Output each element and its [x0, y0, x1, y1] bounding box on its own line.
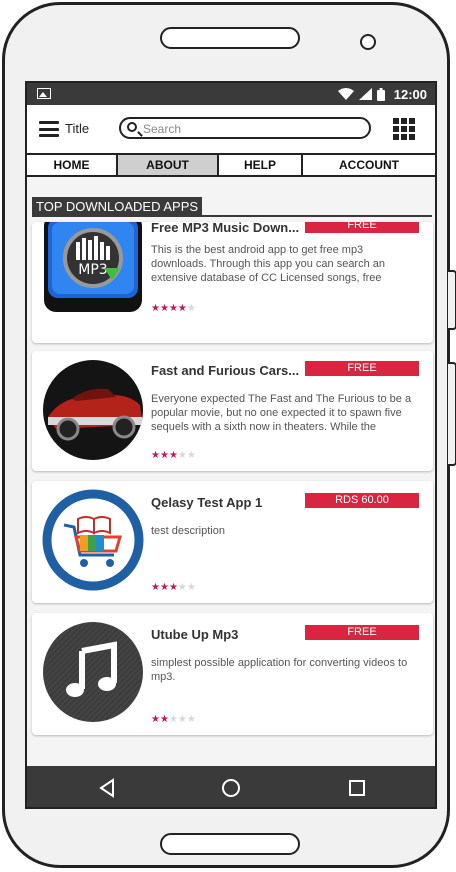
- content-area: TOP DOWNLOADED APPS MP3 Free MP3 Music D…: [27, 177, 435, 766]
- star-filled-icon: ★: [168, 450, 178, 461]
- star-filled-icon: ★: [159, 714, 169, 725]
- star-filled-icon: ★: [177, 303, 187, 314]
- svg-text:MP3: MP3: [78, 262, 107, 278]
- phone-side-button[interactable]: [448, 270, 456, 330]
- search-input[interactable]: [141, 120, 365, 138]
- app-name[interactable]: Fast and Furious Cars...: [151, 363, 301, 378]
- price-badge[interactable]: FREE: [305, 222, 419, 233]
- star-empty-icon: ★: [177, 450, 187, 461]
- star-filled-icon: ★: [159, 303, 169, 314]
- wifi-icon: [337, 88, 354, 100]
- app-description: simplest possible application for conver…: [151, 657, 408, 683]
- app-description: test description: [151, 525, 225, 537]
- mp3-download-icon: MP3: [44, 222, 142, 312]
- tab-home[interactable]: HOME: [27, 155, 118, 175]
- tab-about[interactable]: ABOUT: [118, 155, 219, 175]
- android-nav-bar: [27, 766, 435, 807]
- app-description: Everyone expected The Fast and The Furio…: [151, 393, 412, 433]
- red-muscle-car-icon: [43, 360, 143, 460]
- tab-account[interactable]: ACCOUNT: [303, 155, 435, 175]
- image-icon: [37, 88, 51, 99]
- phone-speaker: [160, 27, 300, 49]
- star-filled-icon: ★: [151, 714, 160, 725]
- home-icon[interactable]: [219, 776, 243, 800]
- star-empty-icon: ★: [186, 450, 196, 461]
- grid-apps-icon[interactable]: [393, 118, 415, 140]
- star-empty-icon: ★: [186, 582, 196, 593]
- app-card[interactable]: Qelasy Test App 1 RDS 60.00 test descrip…: [32, 481, 433, 603]
- star-filled-icon: ★: [151, 303, 160, 314]
- app-card[interactable]: MP3 Free MP3 Music Down... FREE This is …: [32, 222, 433, 343]
- section-divider: [32, 215, 432, 217]
- rating-stars: ★★★★★: [151, 450, 196, 461]
- phone-camera: [360, 34, 376, 50]
- app-card[interactable]: Utube Up Mp3 FREE simplest possible appl…: [32, 613, 433, 735]
- price-badge[interactable]: FREE: [305, 625, 419, 640]
- rating-stars: ★★★★★: [151, 303, 196, 314]
- star-empty-icon: ★: [186, 714, 196, 725]
- music-note-icon: [43, 622, 143, 722]
- phone-volume-button[interactable]: [448, 362, 456, 466]
- app-card[interactable]: Fast and Furious Cars... FREE Everyone e…: [32, 351, 433, 471]
- star-empty-icon: ★: [168, 714, 178, 725]
- app-name[interactable]: Qelasy Test App 1: [151, 495, 301, 510]
- star-filled-icon: ★: [168, 582, 178, 593]
- battery-icon: [376, 87, 385, 101]
- app-bar: Title: [27, 105, 435, 153]
- phone-frame: 12:00 Title HOME ABOUT HELP ACCOUNT: [2, 2, 450, 868]
- tab-help[interactable]: HELP: [219, 155, 303, 175]
- price-badge[interactable]: RDS 60.00: [305, 493, 419, 508]
- phone-screen: 12:00 Title HOME ABOUT HELP ACCOUNT: [25, 81, 437, 809]
- star-filled-icon: ★: [159, 450, 169, 461]
- price-badge[interactable]: FREE: [305, 361, 419, 376]
- rating-stars: ★★★★★: [151, 714, 196, 725]
- recents-icon[interactable]: [345, 776, 369, 800]
- app-name[interactable]: Free MP3 Music Down...: [151, 222, 301, 235]
- tab-bar: HOME ABOUT HELP ACCOUNT: [27, 153, 435, 177]
- phone-home-button[interactable]: [160, 833, 300, 855]
- star-filled-icon: ★: [151, 582, 160, 593]
- section-title: TOP DOWNLOADED APPS: [32, 197, 203, 217]
- star-empty-icon: ★: [186, 303, 196, 314]
- rating-stars: ★★★★★: [151, 582, 196, 593]
- signal-icon: [358, 88, 372, 100]
- app-title: Title: [65, 121, 90, 136]
- back-icon[interactable]: [95, 776, 119, 800]
- star-empty-icon: ★: [177, 714, 187, 725]
- shopping-cart-book-icon: [42, 489, 144, 591]
- search-icon: [127, 122, 137, 132]
- hamburger-menu-icon[interactable]: [39, 121, 59, 137]
- app-name[interactable]: Utube Up Mp3: [151, 627, 301, 642]
- star-empty-icon: ★: [177, 582, 187, 593]
- search-box[interactable]: [119, 117, 371, 139]
- status-bar: 12:00: [27, 83, 435, 105]
- star-filled-icon: ★: [168, 303, 178, 314]
- status-clock: 12:00: [393, 86, 427, 102]
- star-filled-icon: ★: [151, 450, 160, 461]
- status-icons: 12:00: [337, 86, 427, 102]
- star-filled-icon: ★: [159, 582, 169, 593]
- app-description: This is the best android app to get free…: [151, 244, 386, 284]
